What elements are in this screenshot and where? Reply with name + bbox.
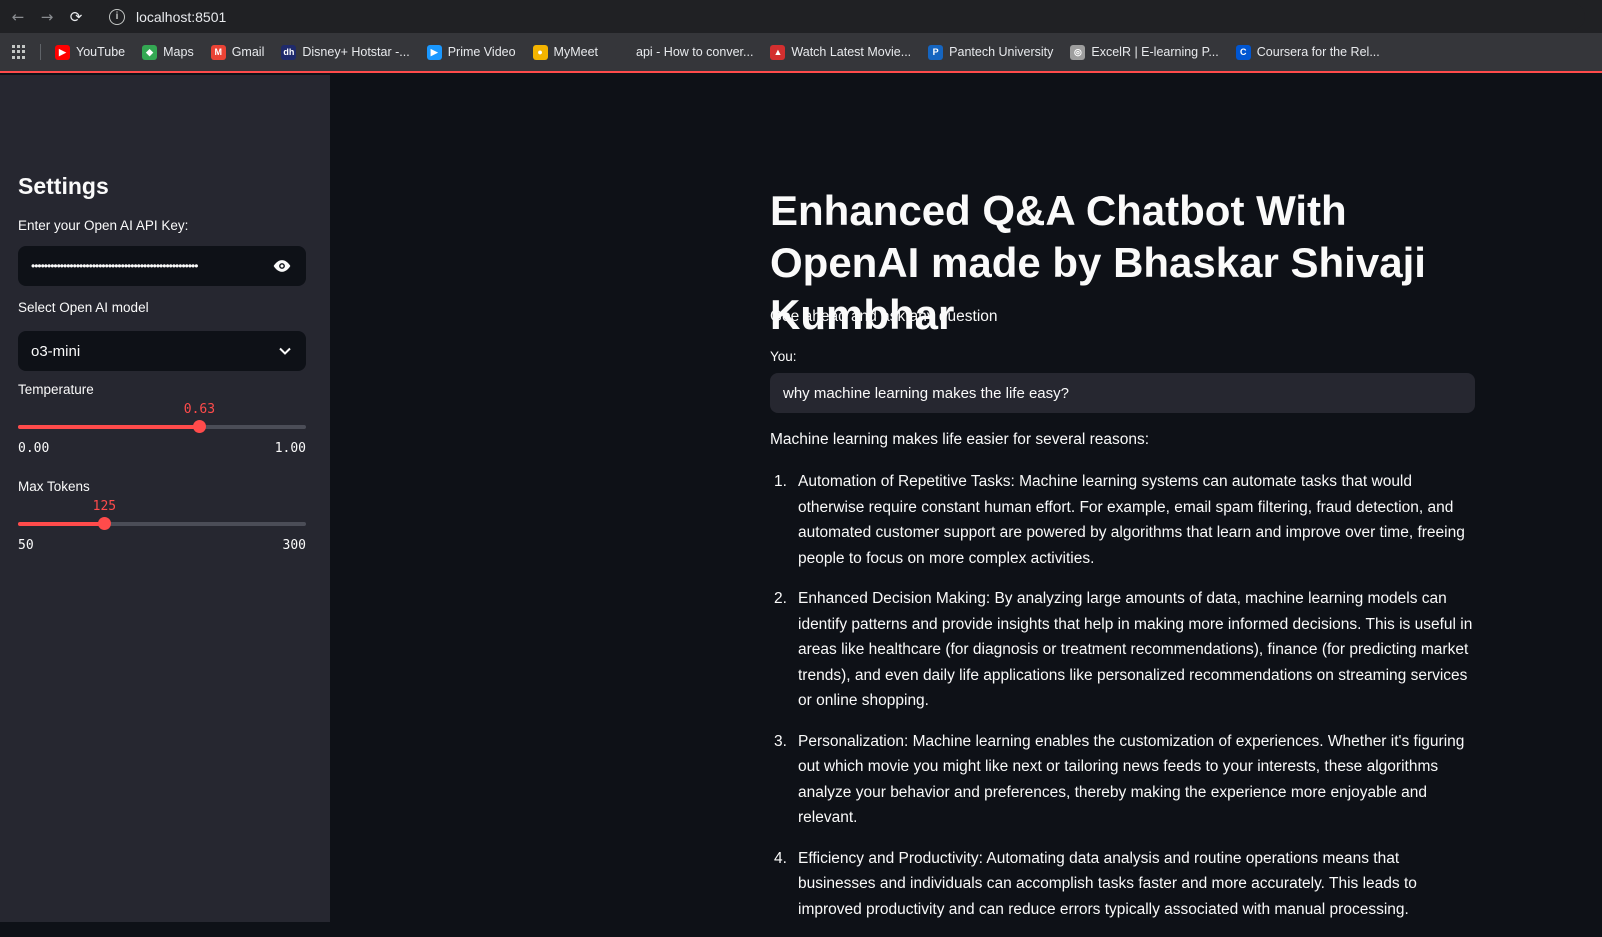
bookmark-item[interactable]: C Coursera for the Rel...	[1235, 44, 1380, 60]
bookmark-item[interactable]: ▲ Watch Latest Movie...	[770, 44, 911, 60]
bookmark-label[interactable]: Disney+ Hotstar -...	[302, 45, 409, 59]
bookmark-label[interactable]: Watch Latest Movie...	[791, 45, 911, 59]
temperature-label: Temperature	[18, 382, 94, 397]
answer-item-text: Enhanced Decision Making: By analyzing l…	[798, 590, 1473, 709]
answer-item-text: Efficiency and Productivity: Automating …	[798, 849, 1417, 918]
url-omnibox[interactable]: i localhost:8501	[105, 3, 1585, 30]
browser-address-bar: ← → ⟳ i localhost:8501	[0, 0, 1602, 33]
bookmark-label[interactable]: Prime Video	[448, 45, 516, 59]
url-text[interactable]: localhost:8501	[136, 9, 226, 25]
excelr-icon: ◎	[1070, 44, 1086, 60]
gmail-icon: M	[210, 44, 226, 60]
api-key-input[interactable]: ••••••••••••••••••••••••••••••••••••••••…	[18, 246, 306, 286]
page-subtitle: Goe ahead and ask any question	[770, 308, 998, 325]
question-input[interactable]: why machine learning makes the life easy…	[770, 373, 1475, 413]
youtube-icon: ▶	[55, 44, 70, 60]
answer-intro: Machine learning makes life easier for s…	[770, 431, 1150, 448]
settings-sidebar: Settings Enter your Open AI API Key: •••…	[0, 75, 330, 922]
api-key-label: Enter your Open AI API Key:	[18, 218, 189, 233]
temperature-slider-thumb[interactable]	[193, 420, 207, 433]
api-key-value[interactable]: ••••••••••••••••••••••••••••••••••••••••…	[31, 259, 249, 273]
answer-item-text: Personalization: Machine learning enable…	[798, 732, 1465, 827]
bookmark-label[interactable]: Gmail	[232, 45, 265, 59]
answer-item-number: 4.	[774, 849, 787, 867]
main-content: Enhanced Q&A Chatbot With OpenAI made by…	[330, 75, 1602, 922]
temperature-slider-fill	[18, 425, 200, 429]
bookmark-list: ▶ YouTube ◆ Maps M Gmail dh Disney+ Hotstar -..…	[55, 44, 1397, 60]
max-tokens-label: Max Tokens	[18, 479, 90, 494]
stackoverflow-icon	[615, 44, 630, 60]
bookmark-item[interactable]: ◆ Maps	[142, 44, 194, 60]
max-tokens-slider-thumb[interactable]	[98, 517, 112, 530]
site-info-icon[interactable]: i	[109, 8, 125, 25]
eye-icon[interactable]	[272, 257, 292, 275]
maps-icon: ◆	[142, 44, 158, 60]
movie-site-icon: ▲	[770, 44, 786, 60]
bookmark-item[interactable]: dh Disney+ Hotstar -...	[281, 44, 410, 60]
back-arrow-icon[interactable]: ←	[7, 6, 29, 28]
apps-grid-icon[interactable]	[12, 45, 26, 59]
model-select[interactable]: o3-mini	[18, 331, 306, 371]
bookmark-label[interactable]: ExcelR | E-learning P...	[1091, 45, 1218, 59]
answer-list-item: 1. Automation of Repetitive Tasks: Machin…	[770, 469, 1475, 571]
bookmark-item[interactable]: ▶ Prime Video	[426, 44, 516, 60]
bookmark-label[interactable]: YouTube	[76, 45, 125, 59]
coursera-icon: C	[1235, 44, 1251, 60]
bookmark-separator	[40, 44, 41, 60]
answer-item-text: Automation of Repetitive Tasks: Machine …	[798, 473, 1465, 567]
bookmark-item[interactable]: M Gmail	[210, 44, 265, 60]
temperature-max: 1.00	[274, 441, 306, 456]
temperature-value: 0.63	[183, 402, 216, 417]
model-label: Select Open AI model	[18, 300, 149, 315]
bookmark-item[interactable]: ● MyMeet	[532, 44, 598, 60]
mymeet-icon: ●	[532, 44, 548, 60]
max-tokens-max: 300	[282, 538, 306, 553]
question-label: You:	[770, 349, 797, 364]
answer-item-number: 3.	[774, 732, 787, 750]
answer-list-item: 3. Personalization: Machine learning enab…	[770, 729, 1475, 831]
bookmark-label[interactable]: Maps	[163, 45, 194, 59]
bookmark-item[interactable]: ▶ YouTube	[55, 44, 125, 60]
model-select-value[interactable]: o3-mini	[31, 343, 80, 360]
forward-arrow-icon[interactable]: →	[36, 6, 58, 28]
max-tokens-slider-fill	[18, 522, 105, 526]
temperature-min: 0.00	[18, 441, 50, 456]
answer-list-item: 2. Enhanced Decision Making: By analyzing…	[770, 586, 1475, 714]
bookmark-label[interactable]: MyMeet	[554, 45, 598, 59]
pantech-icon: P	[928, 44, 944, 60]
bookmarks-bar: ▶ YouTube ◆ Maps M Gmail dh Disney+ Hotstar -..…	[0, 33, 1602, 73]
bookmark-label[interactable]: api - How to conver...	[636, 45, 753, 59]
reload-icon[interactable]: ⟳	[65, 6, 87, 28]
prime-video-icon: ▶	[426, 44, 442, 60]
hotstar-icon: dh	[281, 44, 297, 60]
max-tokens-min: 50	[18, 538, 34, 553]
sidebar-title: Settings	[18, 173, 109, 199]
chevron-down-icon[interactable]	[278, 344, 292, 358]
bookmark-item[interactable]: ◎ ExcelR | E-learning P...	[1070, 44, 1219, 60]
temperature-slider[interactable]: 0.63	[18, 402, 306, 433]
bookmark-item[interactable]: P Pantech University	[928, 44, 1053, 60]
bookmark-label[interactable]: Coursera for the Rel...	[1257, 45, 1380, 59]
bookmark-item[interactable]: api - How to conver...	[615, 44, 753, 60]
answer-item-number: 1.	[774, 473, 787, 490]
answer-list-item: 4. Efficiency and Productivity: Automatin…	[770, 846, 1475, 923]
bookmark-label[interactable]: Pantech University	[949, 45, 1053, 59]
answer-item-number: 2.	[774, 590, 787, 607]
max-tokens-slider[interactable]: 125	[18, 499, 306, 530]
max-tokens-value: 125	[92, 499, 117, 514]
answer-list: 1. Automation of Repetitive Tasks: Machin…	[770, 469, 1475, 937]
